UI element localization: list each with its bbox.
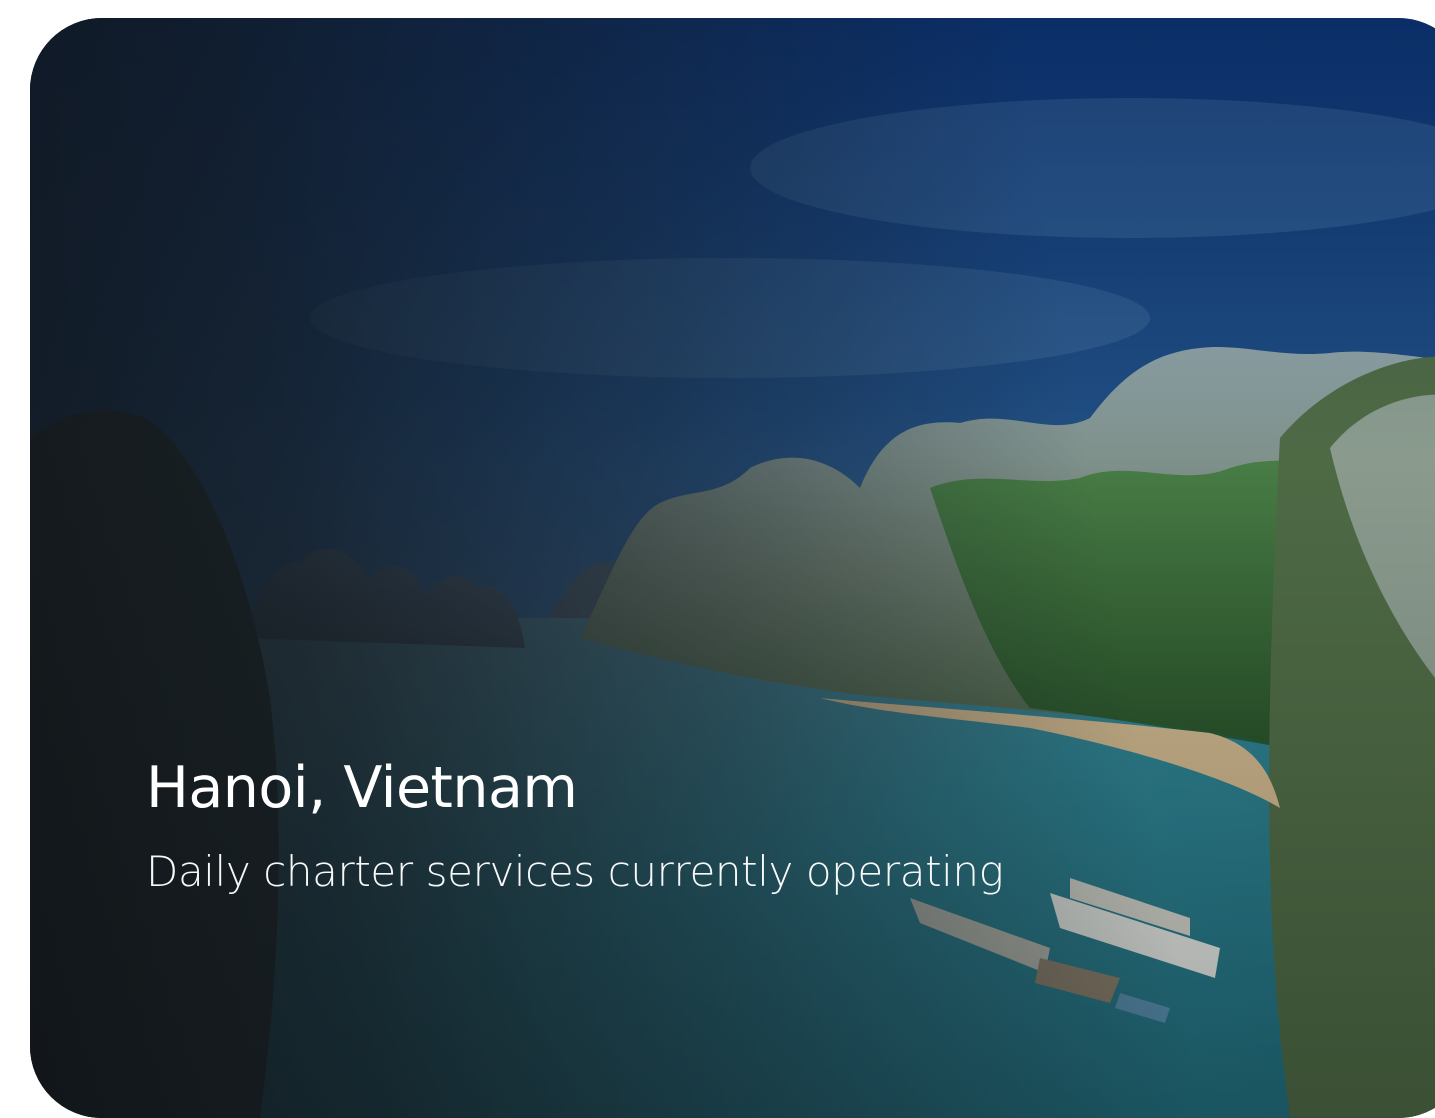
destination-title: Hanoi, Vietnam [146,755,578,821]
card-caption: Hanoi, Vietnam Daily charter services cu… [146,753,1004,897]
destination-photo [30,18,1435,1118]
destination-card[interactable]: Hanoi, Vietnam Daily charter services cu… [30,18,1435,1118]
destination-subtitle: Daily charter services currently operati… [146,847,1004,896]
